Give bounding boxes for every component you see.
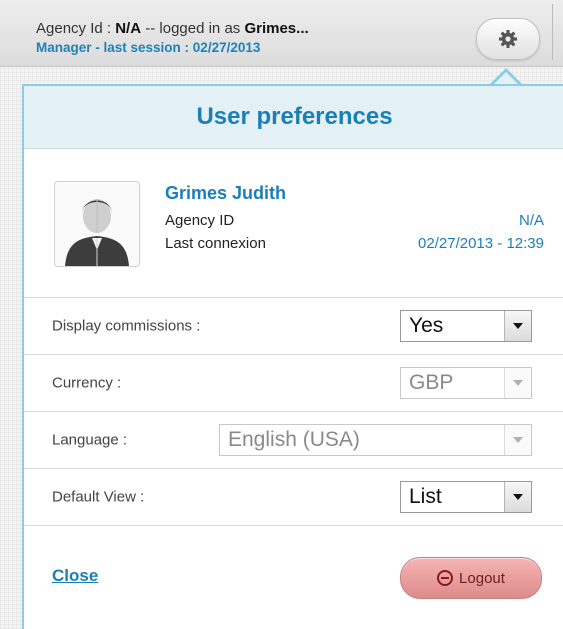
language-value: English (USA) [228, 428, 360, 451]
chevron-down-icon [504, 311, 531, 341]
display-commissions-value: Yes [409, 314, 444, 337]
currency-label: Currency : [52, 374, 122, 392]
last-connexion-label: Last connexion [165, 235, 266, 252]
pref-row-commissions: Display commissions : Yes [24, 298, 563, 355]
user-avatar-icon [65, 199, 129, 266]
logout-label: Logout [459, 569, 505, 587]
panel-title: User preferences [196, 103, 393, 130]
agency-id-label: Agency ID [165, 212, 235, 229]
language-label: Language : [52, 431, 128, 449]
logged-user-name: Grimes... [244, 20, 309, 37]
user-info-block: Grimes Judith Agency ID N/A Last connexi… [24, 149, 563, 298]
agency-login-line: Agency Id : N/A -- logged in as Grimes..… [36, 20, 309, 37]
settings-button[interactable] [476, 18, 540, 60]
user-preferences-panel: User preferences Grimes Judith Agency ID… [22, 84, 563, 629]
pref-row-default-view: Default View : List [24, 469, 563, 526]
chevron-down-icon [504, 425, 531, 455]
language-select[interactable]: English (USA) [219, 424, 532, 456]
minus-circle-icon [437, 570, 454, 586]
default-view-value: List [409, 485, 442, 508]
agency-prefix: Agency Id : [36, 20, 116, 37]
avatar [54, 181, 140, 267]
top-bar: Agency Id : N/A -- logged in as Grimes..… [0, 0, 563, 67]
panel-footer: Close Logout [24, 526, 563, 626]
panel-header: User preferences [24, 86, 563, 149]
gear-icon [499, 30, 517, 48]
currency-select[interactable]: GBP [400, 367, 532, 399]
default-view-select[interactable]: List [400, 481, 532, 513]
last-connexion-value: 02/27/2013 - 12:39 [418, 235, 544, 252]
default-view-label: Default View : [52, 488, 145, 506]
currency-value: GBP [409, 371, 454, 394]
agency-id-value-detail: N/A [518, 212, 544, 229]
agency-id-value: N/A [115, 20, 142, 37]
close-link[interactable]: Close [52, 566, 98, 586]
pref-row-currency: Currency : GBP [24, 355, 563, 412]
chevron-down-icon [504, 482, 531, 512]
chevron-down-icon [504, 368, 531, 398]
logout-button[interactable]: Logout [400, 557, 542, 599]
session-line: Manager - last session : 02/27/2013 [36, 40, 261, 55]
display-commissions-select[interactable]: Yes [400, 310, 532, 342]
logged-in-text: -- logged in as [141, 20, 245, 37]
display-commissions-label: Display commissions : [52, 317, 201, 335]
user-name: Grimes Judith [165, 183, 287, 203]
pref-row-language: Language : English (USA) [24, 412, 563, 469]
header-separator [552, 4, 553, 60]
